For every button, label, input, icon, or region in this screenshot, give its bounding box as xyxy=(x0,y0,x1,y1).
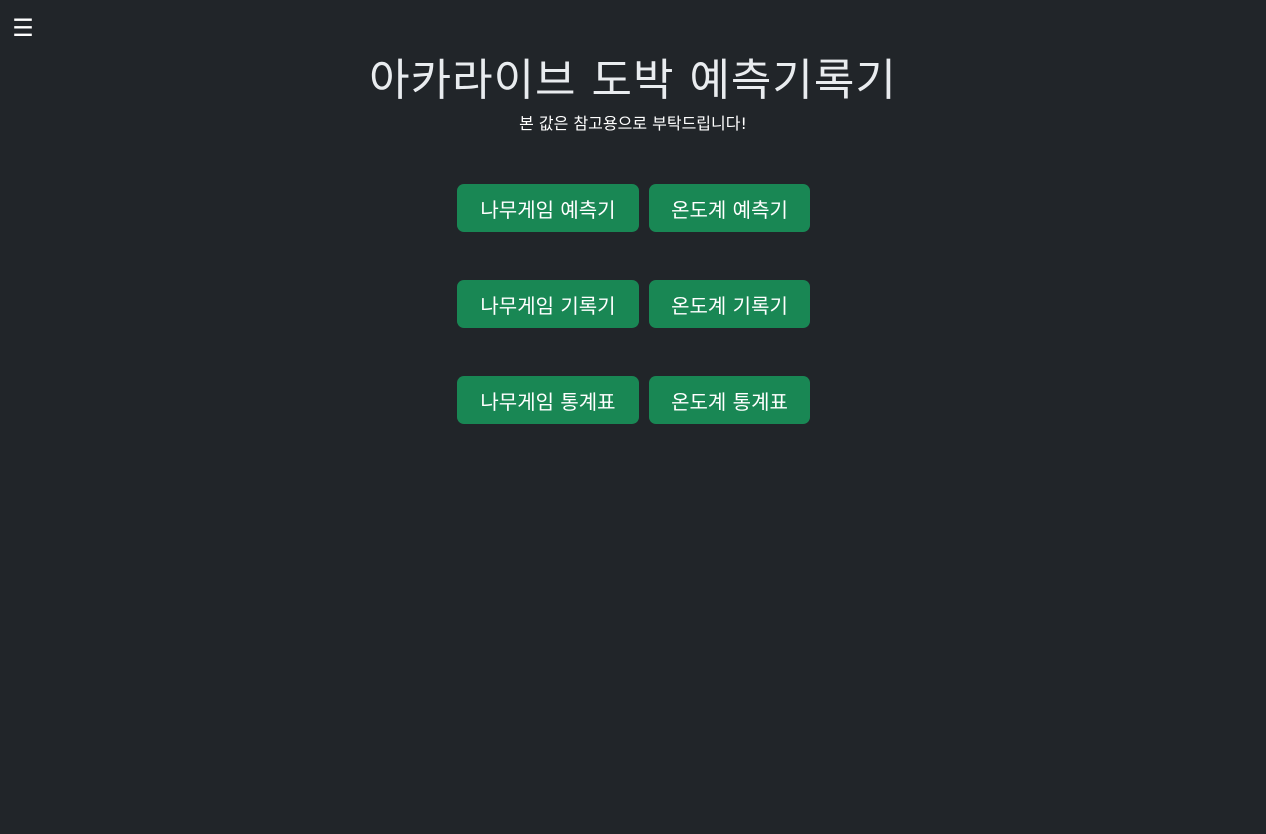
button-grid: 나무게임 예측기 온도계 예측기 나무게임 기록기 온도계 기록기 나무게임 통… xyxy=(0,184,1266,472)
button-row-predictor: 나무게임 예측기 온도계 예측기 xyxy=(0,184,1266,232)
thermometer-recorder-button[interactable]: 온도계 기록기 xyxy=(649,280,810,328)
thermometer-predictor-button[interactable]: 온도계 예측기 xyxy=(649,184,810,232)
button-row-statistics: 나무게임 통계표 온도계 통계표 xyxy=(0,376,1266,424)
tree-game-predictor-button[interactable]: 나무게임 예측기 xyxy=(457,184,639,232)
thermometer-statistics-button[interactable]: 온도계 통계표 xyxy=(649,376,810,424)
tree-game-recorder-button[interactable]: 나무게임 기록기 xyxy=(457,280,639,328)
hamburger-menu-icon[interactable]: ☰ xyxy=(12,14,34,42)
page-header: 아카라이브 도박 예측기록기 본 값은 참고용으로 부탁드립니다! xyxy=(0,50,1266,136)
page-title: 아카라이브 도박 예측기록기 xyxy=(369,55,897,106)
tree-game-statistics-button[interactable]: 나무게임 통계표 xyxy=(457,376,639,424)
button-row-recorder: 나무게임 기록기 온도계 기록기 xyxy=(0,280,1266,328)
page-subtitle: 본 값은 참고용으로 부탁드립니다! xyxy=(519,114,747,133)
